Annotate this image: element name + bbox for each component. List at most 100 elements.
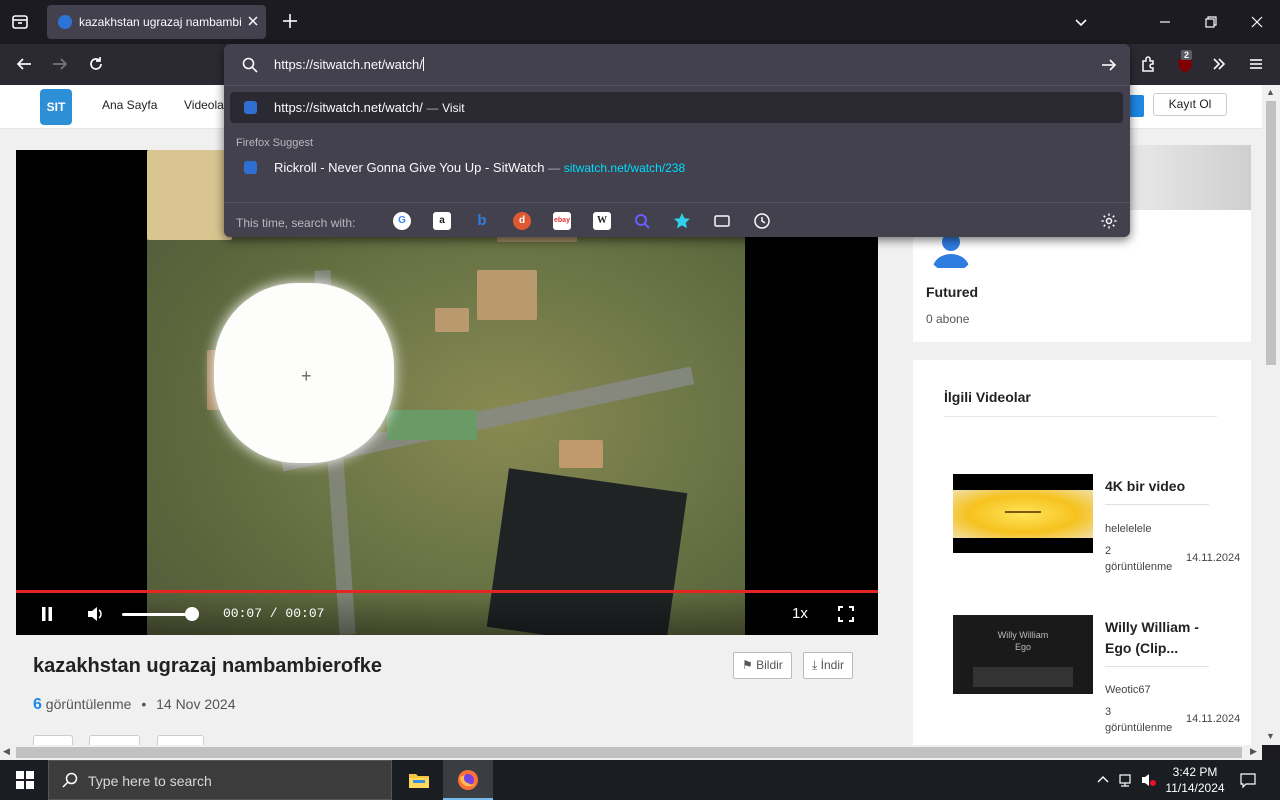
channel-name[interactable]: Futured	[926, 284, 978, 300]
result-action: Visit	[442, 101, 465, 115]
taskbar-search-placeholder: Type here to search	[88, 773, 212, 789]
bing-icon[interactable]: b	[473, 212, 491, 230]
video-thumbnail[interactable]	[953, 474, 1093, 553]
site-favicon-icon	[58, 15, 72, 29]
share-button[interactable]	[157, 735, 204, 745]
windows-start-icon[interactable]	[16, 771, 34, 789]
url-result-visit[interactable]: https://sitwatch.net/watch/ — Visit	[230, 92, 1123, 123]
suggest-heading: Firefox Suggest	[236, 137, 314, 149]
browser-tab-active[interactable]: kazakhstan ugrazaj nambambierofke	[47, 5, 266, 39]
search-settings-icon[interactable]	[1100, 212, 1118, 230]
restore-icon[interactable]	[1203, 14, 1219, 30]
menu-icon[interactable]	[1247, 55, 1265, 73]
notifications-icon[interactable]	[1240, 772, 1256, 789]
suggest-url: sitwatch.net/watch/238	[563, 161, 686, 175]
search-engine-icon[interactable]	[633, 212, 651, 230]
horizontal-scrollbar[interactable]: ◀ ▶	[0, 745, 1262, 760]
vertical-scrollbar[interactable]: ▲ ▼	[1262, 85, 1280, 745]
upload-date: 14 Nov 2024	[156, 696, 236, 712]
reload-icon[interactable]	[87, 55, 105, 73]
taskbar-search[interactable]: Type here to search	[48, 760, 392, 800]
report-label: Bildir	[756, 658, 783, 672]
extension-badge: 2	[1181, 50, 1193, 60]
back-icon[interactable]	[15, 55, 33, 73]
scroll-down-icon[interactable]: ▼	[1266, 731, 1275, 741]
file-explorer-app[interactable]	[394, 760, 444, 800]
video-controls: 00:07 / 00:07 1x	[16, 593, 878, 635]
volume-knob[interactable]	[185, 607, 199, 621]
video-stats: 6 görüntülenme • 14 Nov 2024	[33, 696, 236, 714]
firefox-app[interactable]	[443, 760, 493, 800]
more-tools-icon[interactable]	[1210, 55, 1228, 73]
network-icon[interactable]	[1118, 772, 1134, 788]
thumbnail-text: Willy William Ego	[997, 630, 1049, 652]
tab-list-icon[interactable]	[10, 12, 30, 32]
url-bar[interactable]: https://sitwatch.net/watch/ https://sitw…	[224, 44, 1130, 237]
google-icon[interactable]: G	[393, 212, 411, 230]
tray-expand-icon[interactable]	[1095, 772, 1111, 788]
go-arrow-icon[interactable]	[1100, 56, 1118, 74]
history-icon[interactable]	[753, 212, 771, 230]
report-button[interactable]: ⚑ Bildir	[733, 652, 792, 679]
related-title[interactable]: 4K bir video	[1105, 476, 1220, 497]
playback-speed-button[interactable]: 1x	[792, 605, 808, 622]
scroll-up-icon[interactable]: ▲	[1266, 87, 1275, 97]
flag-icon: ⚑	[742, 658, 753, 672]
clock-time: 3:42 PM	[1172, 765, 1218, 779]
result-url: https://sitwatch.net/watch/	[274, 100, 423, 115]
related-author[interactable]: helelelele	[1105, 523, 1151, 535]
forward-icon[interactable]	[51, 55, 69, 73]
video-thumbnail[interactable]: Willy William Ego	[953, 615, 1093, 694]
related-date: 14.11.2024	[1186, 552, 1241, 564]
url-field[interactable]: https://sitwatch.net/watch/	[224, 44, 1130, 85]
extensions-icon[interactable]	[1139, 55, 1157, 73]
taskbar: Type here to search 3:42 PM 11/14/2024	[0, 760, 1280, 800]
download-label: İndir	[820, 658, 844, 672]
close-window-icon[interactable]	[1249, 14, 1265, 30]
pause-icon[interactable]	[40, 606, 54, 627]
volume-icon[interactable]	[87, 606, 104, 627]
related-author[interactable]: Weotic67	[1105, 684, 1151, 696]
related-item[interactable]: Willy William Ego Willy William - Ego (C…	[953, 615, 1251, 735]
suggest-title: Rickroll - Never Gonna Give You Up - Sit…	[274, 160, 545, 175]
search-icon	[242, 57, 258, 73]
tabs-icon[interactable]	[713, 212, 731, 230]
scroll-thumb[interactable]	[16, 747, 1242, 758]
volume-slider[interactable]	[122, 613, 194, 616]
nav-videos-link[interactable]: Videolar	[184, 98, 228, 112]
scroll-right-icon[interactable]: ▶	[1250, 746, 1257, 757]
channel-subscribers: 0 abone	[926, 312, 970, 326]
sitwatch-logo[interactable]: SIT	[40, 89, 72, 125]
url-input[interactable]: https://sitwatch.net/watch/	[274, 57, 423, 72]
duckduckgo-icon[interactable]: d	[513, 212, 531, 230]
related-views: 2 görüntülenme	[1105, 545, 1173, 573]
amazon-icon[interactable]: a	[433, 212, 451, 230]
url-result-suggest[interactable]: Rickroll - Never Gonna Give You Up - Sit…	[230, 152, 1123, 183]
site-favicon-icon	[244, 101, 257, 114]
nav-home-link[interactable]: Ana Sayfa	[102, 98, 157, 112]
download-button[interactable]: ⤓ İndir	[803, 652, 853, 679]
firefox-icon	[457, 769, 479, 796]
taskbar-clock[interactable]: 3:42 PM 11/14/2024	[1165, 764, 1225, 796]
ebay-icon[interactable]: ebay	[553, 212, 571, 230]
scroll-left-icon[interactable]: ◀	[3, 746, 10, 757]
views-label: görüntülenme	[45, 696, 132, 712]
bookmarks-icon[interactable]	[673, 212, 691, 230]
folder-icon	[408, 771, 430, 794]
dislike-button[interactable]	[89, 735, 140, 745]
list-all-tabs-icon[interactable]	[1073, 14, 1089, 30]
fullscreen-icon[interactable]	[838, 606, 854, 627]
volume-muted-icon[interactable]	[1141, 772, 1157, 788]
like-button[interactable]	[33, 735, 73, 745]
tab-title: kazakhstan ugrazaj nambambierofke	[79, 15, 241, 29]
new-tab-icon[interactable]	[281, 12, 299, 30]
related-heading: İlgili Videolar	[944, 389, 1031, 405]
minimize-icon[interactable]	[1157, 14, 1173, 30]
close-tab-icon[interactable]	[246, 14, 260, 28]
wikipedia-icon[interactable]: W	[593, 212, 611, 230]
related-item[interactable]: 4K bir video helelelele 2 görüntülenme 1…	[953, 474, 1251, 594]
views-count: 6	[33, 696, 42, 713]
register-button[interactable]: Kayıt Ol	[1153, 93, 1227, 116]
related-title[interactable]: Willy William - Ego (Clip... Officiel)	[1105, 617, 1220, 659]
scroll-thumb[interactable]	[1266, 101, 1276, 365]
